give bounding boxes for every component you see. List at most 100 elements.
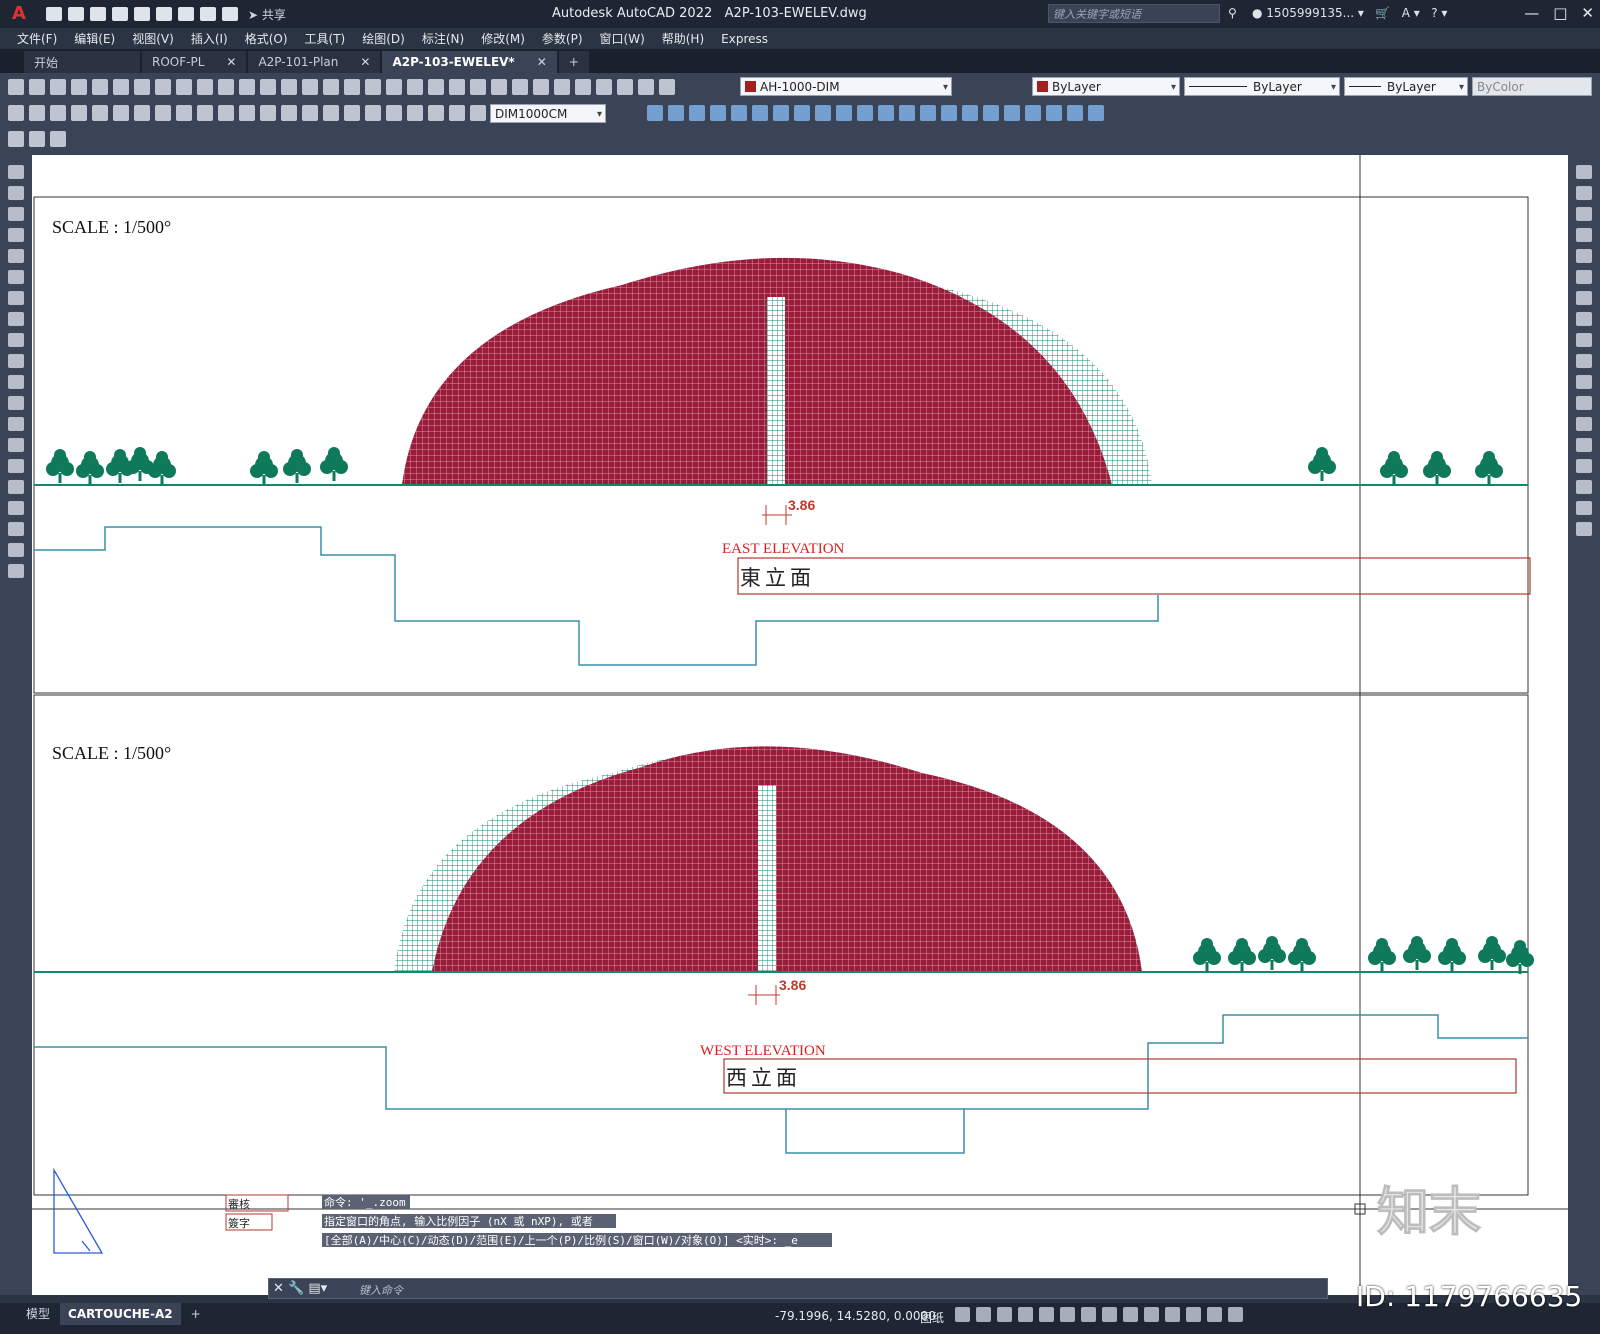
standard-tool-icon[interactable] [176,79,192,95]
modify-tool-icon[interactable] [1576,396,1592,410]
dimension-tool-icon[interactable] [134,105,150,121]
dimension-tool-icon[interactable] [92,105,108,121]
transparency-icon[interactable] [1102,1307,1117,1322]
settings-gear-icon[interactable] [1186,1307,1201,1322]
menu-item-5[interactable]: 工具(T) [305,30,346,47]
color-dropdown[interactable]: ByLayer ▾ [1032,77,1180,96]
standard-tool-icon[interactable] [134,79,150,95]
properties-icon[interactable] [8,131,24,147]
standard-tool-icon[interactable] [449,79,465,95]
menu-item-4[interactable]: 格式(O) [245,30,288,47]
modify-tool-icon[interactable] [1576,291,1592,305]
linetype-dropdown[interactable]: ByLayer ▾ [1184,77,1340,96]
modify-tool-icon[interactable] [1576,270,1592,284]
draw-tool-icon[interactable] [8,501,24,515]
dimension-tool-icon[interactable] [449,105,465,121]
dimension-tool-icon[interactable] [197,105,213,121]
close-tab-icon[interactable]: ✕ [537,55,547,69]
workspace-icon[interactable] [1165,1307,1180,1322]
modify-tool-icon[interactable] [647,105,663,121]
draw-tool-icon[interactable] [8,228,24,242]
standard-tool-icon[interactable] [386,79,402,95]
standard-tool-icon[interactable] [8,79,24,95]
standard-tool-icon[interactable] [302,79,318,95]
draw-tool-icon[interactable] [8,396,24,410]
document-tab[interactable]: 开始 [24,51,140,73]
draw-tool-icon[interactable] [8,438,24,452]
dimension-tool-icon[interactable] [323,105,339,121]
search-icon[interactable]: ⚲ [1228,6,1237,20]
modify-tool-icon[interactable] [836,105,852,121]
close-tab-icon[interactable]: ✕ [360,55,370,69]
layer-state-icon[interactable] [50,131,66,147]
modify-tool-icon[interactable] [1067,105,1083,121]
standard-tool-icon[interactable] [281,79,297,95]
command-input[interactable]: 键入命令 [359,1282,403,1298]
menu-item-10[interactable]: 窗口(W) [600,30,645,47]
modify-tool-icon[interactable] [710,105,726,121]
draw-tool-icon[interactable] [8,291,24,305]
modify-tool-icon[interactable] [962,105,978,121]
save-as-icon[interactable] [112,7,128,21]
dimension-tool-icon[interactable] [113,105,129,121]
dimension-tool-icon[interactable] [260,105,276,121]
standard-tool-icon[interactable] [512,79,528,95]
modify-tool-icon[interactable] [1576,207,1592,221]
osnap-icon[interactable] [1039,1307,1054,1322]
draw-tool-icon[interactable] [8,417,24,431]
menu-item-6[interactable]: 绘图(D) [362,30,405,47]
standard-tool-icon[interactable] [575,79,591,95]
document-tab[interactable]: ROOF-PL ✕ [142,51,247,73]
draw-tool-icon[interactable] [8,354,24,368]
draw-tool-icon[interactable] [8,522,24,536]
dimension-tool-icon[interactable] [344,105,360,121]
modify-tool-icon[interactable] [1576,417,1592,431]
dimension-tool-icon[interactable] [29,105,45,121]
modify-tool-icon[interactable] [1576,459,1592,473]
snap-icon[interactable] [955,1307,970,1322]
modify-tool-icon[interactable] [773,105,789,121]
draw-tool-icon[interactable] [8,333,24,347]
modify-tool-icon[interactable] [1046,105,1062,121]
modify-tool-icon[interactable] [794,105,810,121]
user-account[interactable]: ● 1505999135... ▾ 🛒 A ▾ ? ▾ [1252,6,1447,20]
standard-tool-icon[interactable] [71,79,87,95]
dimension-tool-icon[interactable] [176,105,192,121]
lineweight-dropdown[interactable]: ByLayer ▾ [1344,77,1468,96]
autocad-logo-button[interactable]: A [6,1,32,27]
close-tab-icon[interactable]: ✕ [226,55,236,69]
modify-tool-icon[interactable] [1576,228,1592,242]
modify-tool-icon[interactable] [1576,312,1592,326]
layout-tab[interactable]: CARTOUCHE-A2 [60,1303,181,1325]
modify-tool-icon[interactable] [1576,480,1592,494]
standard-tool-icon[interactable] [533,79,549,95]
standard-tool-icon[interactable] [50,79,66,95]
draw-tool-icon[interactable] [8,249,24,263]
dimension-tool-icon[interactable] [365,105,381,121]
modify-tool-icon[interactable] [815,105,831,121]
modify-tool-icon[interactable] [752,105,768,121]
draw-tool-icon[interactable] [8,165,24,179]
undo-icon[interactable] [200,7,216,21]
ortho-icon[interactable] [997,1307,1012,1322]
standard-tool-icon[interactable] [239,79,255,95]
add-layout-plus-icon[interactable]: + [183,1303,209,1325]
menu-item-2[interactable]: 视图(V) [132,30,174,47]
modify-tool-icon[interactable] [1576,375,1592,389]
standard-tool-icon[interactable] [596,79,612,95]
close-icon[interactable]: ✕ [1581,4,1594,22]
draw-tool-icon[interactable] [8,186,24,200]
menu-item-3[interactable]: 插入(I) [191,30,228,47]
standard-tool-icon[interactable] [491,79,507,95]
grid-icon[interactable] [976,1307,991,1322]
web-open-icon[interactable] [134,7,150,21]
draw-tool-icon[interactable] [8,459,24,473]
modify-tool-icon[interactable] [878,105,894,121]
dimension-tool-icon[interactable] [50,105,66,121]
web-save-icon[interactable] [156,7,172,21]
otrack-icon[interactable] [1060,1307,1075,1322]
dimension-tool-icon[interactable] [386,105,402,121]
new-file-icon[interactable] [46,7,62,21]
draw-tool-icon[interactable] [8,543,24,557]
dimension-tool-icon[interactable] [407,105,423,121]
